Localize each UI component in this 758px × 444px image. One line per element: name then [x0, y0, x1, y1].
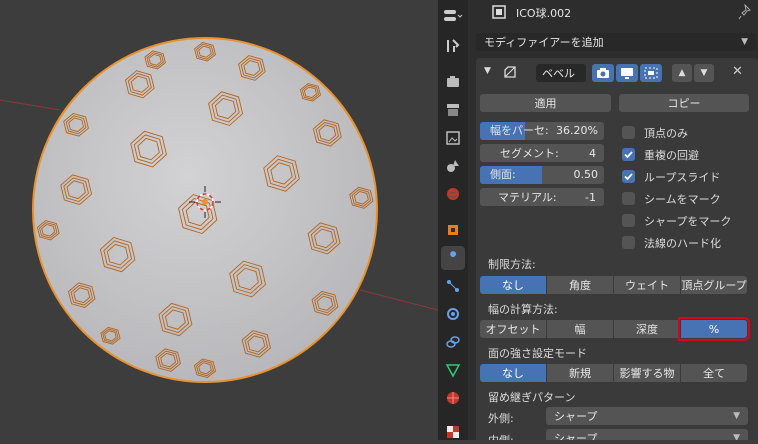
constraints-icon[interactable] [441, 330, 465, 354]
checkbox-label-5[interactable]: 法線のハード化 [644, 235, 721, 251]
miter-inner-value: シャープ [554, 432, 598, 440]
object-name: ICO球.002 [516, 7, 572, 20]
modifier-name-field[interactable]: ベベル [536, 64, 586, 82]
checkmark-icon [624, 173, 633, 181]
checkbox-label-1[interactable]: 重複の回避 [644, 147, 699, 163]
object-data-icon[interactable] [441, 358, 465, 382]
close-icon[interactable]: ✕ [732, 64, 743, 79]
chevron-down-icon: ▼ [733, 411, 740, 421]
width-percent-slider[interactable]: 幅をパーセ: 36.20% [480, 122, 604, 140]
chevron-down-icon: ▼ [741, 37, 748, 47]
editor-type-icon[interactable] [441, 4, 465, 28]
material-icon[interactable] [441, 386, 465, 410]
profile-value: 0.50 [573, 168, 599, 181]
3d-viewport[interactable] [0, 0, 438, 440]
face-strength-label: 面の強さ設定モード [488, 347, 587, 360]
render-toggle-camera-icon[interactable] [592, 64, 614, 82]
world-icon[interactable] [441, 182, 465, 206]
tool-icon[interactable] [441, 34, 465, 58]
width-label: 幅をパーセ: [490, 124, 549, 137]
bevel-modifier-panel: ▼ ベベル ▲ ▼ ✕ 適用 コピー 幅をパーセ: 36.20% セグメント: … [476, 58, 758, 440]
width-value: 36.20% [556, 124, 598, 137]
segments-field[interactable]: セグメント: 4 [480, 144, 604, 162]
bevel-modifier-icon [502, 64, 518, 83]
object-type-icon [492, 5, 506, 22]
checkbox-label-0[interactable]: 頂点のみ [644, 125, 688, 141]
miter-inner-dropdown[interactable]: シャープ ▼ [546, 429, 748, 440]
object-icon[interactable] [441, 218, 465, 242]
chevron-down-icon: ▼ [733, 433, 740, 440]
checkbox-label-4[interactable]: シャープをマーク [644, 213, 731, 229]
checkbox-4[interactable] [622, 214, 635, 227]
editmode-toggle-icon[interactable] [640, 64, 662, 82]
pin-icon[interactable] [738, 3, 752, 23]
limit_method-option-1[interactable]: 角度 [547, 276, 613, 294]
checkbox-0[interactable] [622, 126, 635, 139]
output-icon[interactable] [441, 98, 465, 122]
copy-button[interactable]: コピー [619, 94, 749, 112]
copy-label: コピー [667, 97, 701, 110]
miter-pattern-label: 留め継ぎパターン [488, 391, 576, 404]
limit_method-option-2[interactable]: ウェイト [614, 276, 680, 294]
limit_method-option-3[interactable]: 頂点グループ [681, 276, 747, 294]
material-label: マテリアル: [498, 191, 557, 204]
face_strength-option-0[interactable]: なし [480, 364, 546, 382]
checkmark-icon [624, 151, 633, 159]
miter-outer-value: シャープ [554, 410, 598, 423]
viewport-canvas[interactable] [0, 0, 438, 440]
checkbox-2[interactable] [622, 170, 635, 183]
checkbox-3[interactable] [622, 192, 635, 205]
properties-tab-bar [438, 0, 468, 440]
add-modifier-dropdown[interactable]: モディファイアーを追加 ▼ [476, 33, 756, 51]
profile-slider[interactable]: 側面: 0.50 [480, 166, 604, 184]
limit-method-label: 制限方法: [488, 258, 536, 271]
face_strength-option-3[interactable]: 全て [681, 364, 747, 382]
move-up-icon[interactable]: ▲ [672, 64, 692, 82]
material-field[interactable]: マテリアル: -1 [480, 188, 604, 206]
face_strength-option-1[interactable]: 新規 [547, 364, 613, 382]
segments-label: セグメント: [500, 147, 559, 160]
width_method-option-3[interactable]: % [678, 317, 750, 341]
apply-label: 適用 [534, 97, 557, 110]
apply-button[interactable]: 適用 [480, 94, 611, 112]
add-modifier-label: モディファイアーを追加 [484, 36, 604, 49]
width-method-label: 幅の計算方法: [488, 303, 558, 316]
face_strength-option-2[interactable]: 影響する物 [614, 364, 680, 382]
texture-icon[interactable] [441, 420, 465, 444]
modifier-name: ベベル [542, 67, 575, 80]
properties-panel: ICO球.002 モディファイアーを追加 ▼ ▼ ベベル ▲ ▼ ✕ 適用 コピ… [468, 0, 758, 440]
miter-inner-label: 内側: [488, 432, 514, 440]
limit_method-option-0[interactable]: なし [480, 276, 546, 294]
profile-label: 側面: [490, 168, 516, 181]
checkbox-1[interactable] [622, 148, 635, 161]
viewport-toggle-monitor-icon[interactable] [616, 64, 638, 82]
particles-icon[interactable] [441, 274, 465, 298]
view-layer-icon[interactable] [441, 126, 465, 150]
render-icon[interactable] [441, 70, 465, 94]
modifier-wrench-icon[interactable] [441, 246, 465, 270]
checkbox-5[interactable] [622, 236, 635, 249]
miter-outer-dropdown[interactable]: シャープ ▼ [546, 407, 748, 425]
width_method-option-0[interactable]: オフセット [480, 320, 546, 338]
material-value: -1 [585, 190, 596, 204]
x-axis-line [0, 99, 61, 111]
x-axis-line-right [359, 289, 438, 311]
properties-header: ICO球.002 [468, 0, 758, 26]
segments-value: 4 [589, 146, 596, 160]
scene-icon[interactable] [441, 154, 465, 178]
physics-icon[interactable] [441, 302, 465, 326]
checkbox-label-2[interactable]: ループスライド [644, 169, 720, 185]
width_method-option-1[interactable]: 幅 [547, 320, 613, 338]
move-down-icon[interactable]: ▼ [694, 64, 714, 82]
checkbox-label-3[interactable]: シームをマーク [644, 191, 721, 207]
width_method-option-2[interactable]: 深度 [614, 320, 680, 338]
collapse-triangle-icon[interactable]: ▼ [484, 66, 491, 76]
miter-outer-label: 外側: [488, 412, 514, 425]
